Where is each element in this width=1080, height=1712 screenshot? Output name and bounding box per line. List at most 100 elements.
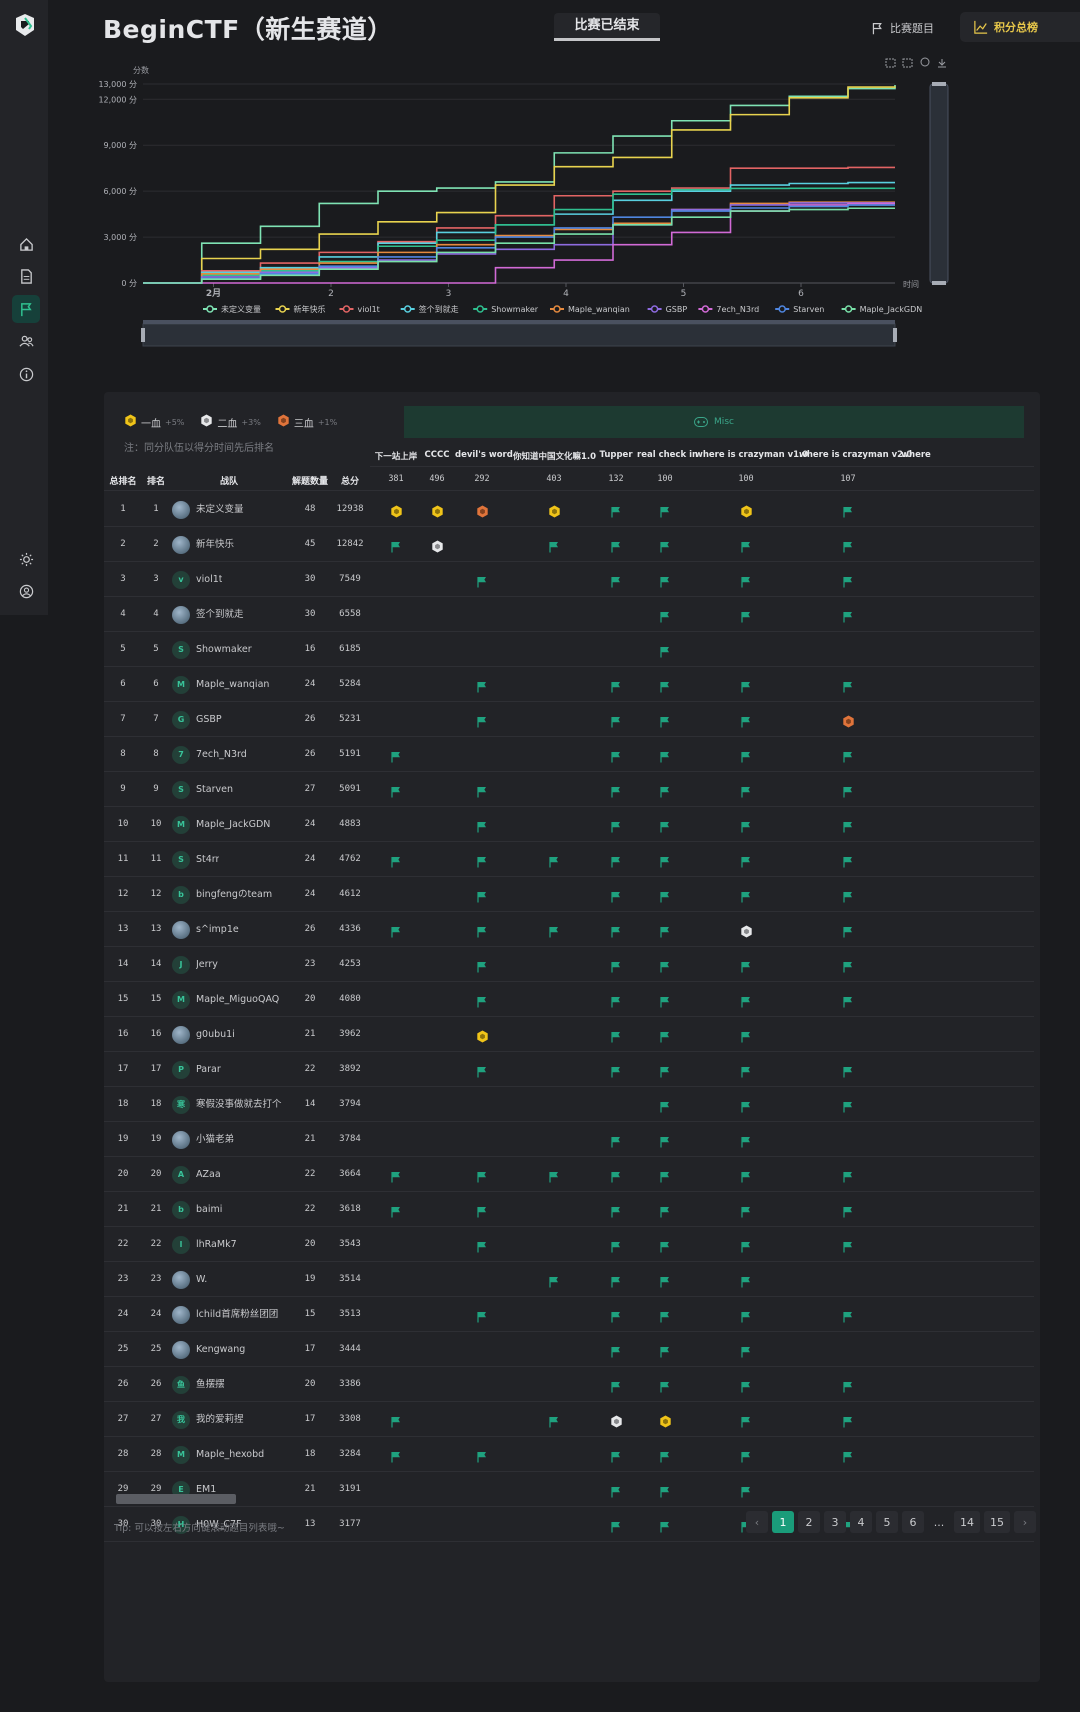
solved-flag-icon[interactable] <box>740 993 753 1008</box>
solved-flag-icon[interactable] <box>610 1378 623 1393</box>
restore-icon[interactable] <box>920 57 930 67</box>
table-row[interactable]: 4 4 签个到就走 30 6558 <box>104 597 1040 632</box>
legend-item[interactable]: Maple_wanqian <box>550 305 630 314</box>
table-row[interactable]: 12 12 b bingfengのteam 24 4612 <box>104 877 1040 912</box>
solved-flag-icon[interactable] <box>842 748 855 763</box>
solved-flag-icon[interactable] <box>610 1133 623 1148</box>
solved-flag-icon[interactable] <box>476 818 489 833</box>
zoom-handle-top[interactable] <box>932 82 946 86</box>
solved-flag-icon[interactable] <box>390 1413 403 1428</box>
legend-item[interactable]: 未定义变量 <box>203 304 261 314</box>
team-cell[interactable]: v viol1t <box>172 562 292 597</box>
table-row[interactable]: 10 10 M Maple_JackGDN 24 4883 <box>104 807 1040 842</box>
table-row[interactable]: 19 19 小猫老弟 21 3784 <box>104 1122 1040 1157</box>
challenge-header[interactable]: 你知道中国文化嘛1.0 <box>513 450 596 470</box>
zoom-handle-right[interactable] <box>893 328 897 342</box>
legend-item[interactable]: Maple_JackGDN <box>841 305 923 314</box>
team-cell[interactable]: G GSBP <box>172 702 292 737</box>
legend-item[interactable]: Showmaker <box>473 305 539 314</box>
team-cell[interactable]: 新年快乐 <box>172 527 292 562</box>
solved-flag-icon[interactable] <box>390 538 403 553</box>
solved-flag-icon[interactable] <box>476 1238 489 1253</box>
table-row[interactable]: 28 28 M Maple_hexobd 18 3284 <box>104 1437 1040 1472</box>
solved-flag-icon[interactable] <box>390 853 403 868</box>
table-row[interactable]: 26 26 鱼鱼摆摆 20 3386 <box>104 1367 1040 1402</box>
page-button[interactable]: 4 <box>850 1511 872 1533</box>
solved-flag-icon[interactable] <box>659 923 672 938</box>
solved-flag-icon[interactable] <box>659 1518 672 1533</box>
scrollbar-thumb[interactable] <box>116 1494 236 1504</box>
solved-flag-icon[interactable] <box>659 538 672 553</box>
logo-icon[interactable] <box>12 12 38 38</box>
flag-icon[interactable] <box>12 295 40 323</box>
solved-flag-icon[interactable] <box>476 853 489 868</box>
solved-flag-icon[interactable] <box>659 888 672 903</box>
solved-flag-icon[interactable] <box>842 1203 855 1218</box>
team-cell[interactable]: 寒寒假没事做就去打个 <box>172 1087 292 1122</box>
solved-flag-icon[interactable] <box>548 1273 561 1288</box>
solved-flag-icon[interactable] <box>740 958 753 973</box>
legend-item[interactable]: 7ech_N3rd <box>698 305 759 314</box>
team-cell[interactable]: lchild首席粉丝团团 <box>172 1297 292 1332</box>
challenge-header[interactable]: where is crazyman v2.0 <box>799 450 912 470</box>
team-cell[interactable]: A AZaa <box>172 1157 292 1192</box>
team-cell[interactable]: l lhRaMk7 <box>172 1227 292 1262</box>
page-button[interactable]: 14 <box>954 1511 980 1533</box>
solved-flag-icon[interactable] <box>548 1413 561 1428</box>
table-row[interactable]: 9 9 S Starven 27 5091 <box>104 772 1040 807</box>
table-row[interactable]: 3 3 v viol1t 30 7549 <box>104 562 1040 597</box>
solved-flag-icon[interactable] <box>476 1203 489 1218</box>
page-button[interactable]: 15 <box>984 1511 1010 1533</box>
table-row[interactable]: 1 1 未定义变量 48 12938 <box>104 492 1040 527</box>
solved-flag-icon[interactable] <box>740 1343 753 1358</box>
solved-flag-icon[interactable] <box>842 678 855 693</box>
zoom-slider-y[interactable] <box>929 83 949 284</box>
team-cell[interactable]: 小猫老弟 <box>172 1122 292 1157</box>
team-cell[interactable]: M Maple_MiguoQAQ <box>172 982 292 1017</box>
solved-flag-icon[interactable] <box>740 1203 753 1218</box>
solved-flag-icon[interactable] <box>659 1063 672 1078</box>
solved-flag-icon[interactable] <box>610 888 623 903</box>
solved-flag-icon[interactable] <box>740 1028 753 1043</box>
table-row[interactable]: 20 20 A AZaa 22 3664 <box>104 1157 1040 1192</box>
solved-flag-icon[interactable] <box>740 748 753 763</box>
solved-flag-icon[interactable] <box>842 1448 855 1463</box>
solved-flag-icon[interactable] <box>842 503 855 518</box>
zoom-handle-left[interactable] <box>141 328 145 342</box>
solved-flag-icon[interactable] <box>476 923 489 938</box>
solved-flag-icon[interactable] <box>842 1413 855 1428</box>
solved-flag-icon[interactable] <box>842 1098 855 1113</box>
table-row[interactable]: 2 2 新年快乐 45 12842 <box>104 527 1040 562</box>
solved-flag-icon[interactable] <box>659 958 672 973</box>
solved-flag-icon[interactable] <box>476 573 489 588</box>
home-icon[interactable] <box>12 230 40 258</box>
solved-flag-icon[interactable] <box>476 993 489 1008</box>
silver-blood-icon[interactable] <box>740 923 753 938</box>
solved-flag-icon[interactable] <box>548 853 561 868</box>
solved-flag-icon[interactable] <box>740 1168 753 1183</box>
team-cell[interactable]: Kengwang <box>172 1332 292 1367</box>
column-header[interactable]: 总分 <box>330 474 370 487</box>
zoom-reset-icon[interactable] <box>902 58 913 68</box>
solved-flag-icon[interactable] <box>390 748 403 763</box>
solved-flag-icon[interactable] <box>610 923 623 938</box>
solved-flag-icon[interactable] <box>476 958 489 973</box>
challenge-header[interactable]: Tupper <box>598 450 634 470</box>
table-row[interactable]: 23 23 W. 19 3514 <box>104 1262 1040 1297</box>
solved-flag-icon[interactable] <box>740 573 753 588</box>
solved-flag-icon[interactable] <box>610 1063 623 1078</box>
scoreboard-nav-button[interactable]: 积分总榜 <box>960 12 1080 42</box>
team-cell[interactable]: g0ubu1i <box>172 1017 292 1052</box>
prev-page-button[interactable]: ‹ <box>746 1511 768 1533</box>
solved-flag-icon[interactable] <box>476 678 489 693</box>
solved-flag-icon[interactable] <box>610 993 623 1008</box>
solved-flag-icon[interactable] <box>476 713 489 728</box>
solved-flag-icon[interactable] <box>610 1518 623 1533</box>
solved-flag-icon[interactable] <box>610 1343 623 1358</box>
solved-flag-icon[interactable] <box>740 888 753 903</box>
solved-flag-icon[interactable] <box>659 993 672 1008</box>
team-cell[interactable]: S Starven <box>172 772 292 807</box>
solved-flag-icon[interactable] <box>659 1448 672 1463</box>
info-icon[interactable] <box>12 360 40 388</box>
solved-flag-icon[interactable] <box>610 1028 623 1043</box>
